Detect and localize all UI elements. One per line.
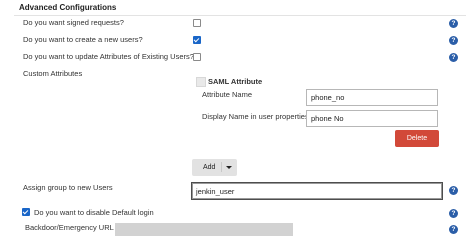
saml-attribute-heading: SAML Attribute bbox=[208, 77, 263, 86]
backdoor-url-value bbox=[115, 223, 293, 236]
section-title: Advanced Configurations bbox=[19, 3, 117, 12]
attribute-name-input[interactable]: phone_no bbox=[306, 89, 438, 106]
signed-requests-checkbox[interactable] bbox=[193, 19, 201, 27]
help-icon[interactable]: ? bbox=[449, 186, 458, 195]
display-name-label: Display Name in user properties bbox=[202, 112, 309, 121]
signed-requests-label: Do you want signed requests? bbox=[23, 18, 124, 27]
help-icon[interactable]: ? bbox=[449, 36, 458, 45]
add-button-separator bbox=[221, 162, 222, 172]
caret-down-icon[interactable] bbox=[226, 166, 232, 169]
update-attributes-checkbox[interactable] bbox=[193, 53, 201, 61]
help-icon[interactable]: ? bbox=[449, 53, 458, 62]
backdoor-url-label: Backdoor/Emergency URL bbox=[25, 223, 114, 232]
saml-attribute-checkbox[interactable] bbox=[196, 77, 206, 87]
assign-group-value: jenkin_user bbox=[196, 186, 235, 196]
attribute-name-label: Attribute Name bbox=[202, 90, 253, 99]
display-name-value: phone No bbox=[311, 114, 344, 123]
help-icon[interactable]: ? bbox=[449, 19, 458, 28]
display-name-input[interactable]: phone No bbox=[306, 110, 438, 127]
custom-attributes-label: Custom Attributes bbox=[23, 69, 83, 78]
add-button-label: Add bbox=[203, 164, 216, 171]
disable-default-login-checkbox[interactable] bbox=[22, 208, 30, 216]
assign-group-label: Assign group to new Users bbox=[23, 183, 113, 192]
create-users-label: Do you want to create a new users? bbox=[23, 35, 143, 44]
delete-button-label: Delete bbox=[406, 135, 428, 142]
add-button[interactable]: Add bbox=[192, 159, 237, 176]
section-divider bbox=[14, 15, 466, 16]
create-users-checkbox[interactable] bbox=[193, 36, 201, 44]
disable-default-login-label: Do you want to disable Default login bbox=[34, 208, 154, 217]
help-icon[interactable]: ? bbox=[449, 225, 458, 234]
attribute-name-value: phone_no bbox=[311, 93, 345, 102]
assign-group-input[interactable]: jenkin_user bbox=[191, 182, 443, 200]
update-attributes-label: Do you want to update Attributes of Exis… bbox=[23, 52, 194, 61]
help-icon[interactable]: ? bbox=[449, 209, 458, 218]
delete-button[interactable]: Delete bbox=[395, 130, 439, 147]
